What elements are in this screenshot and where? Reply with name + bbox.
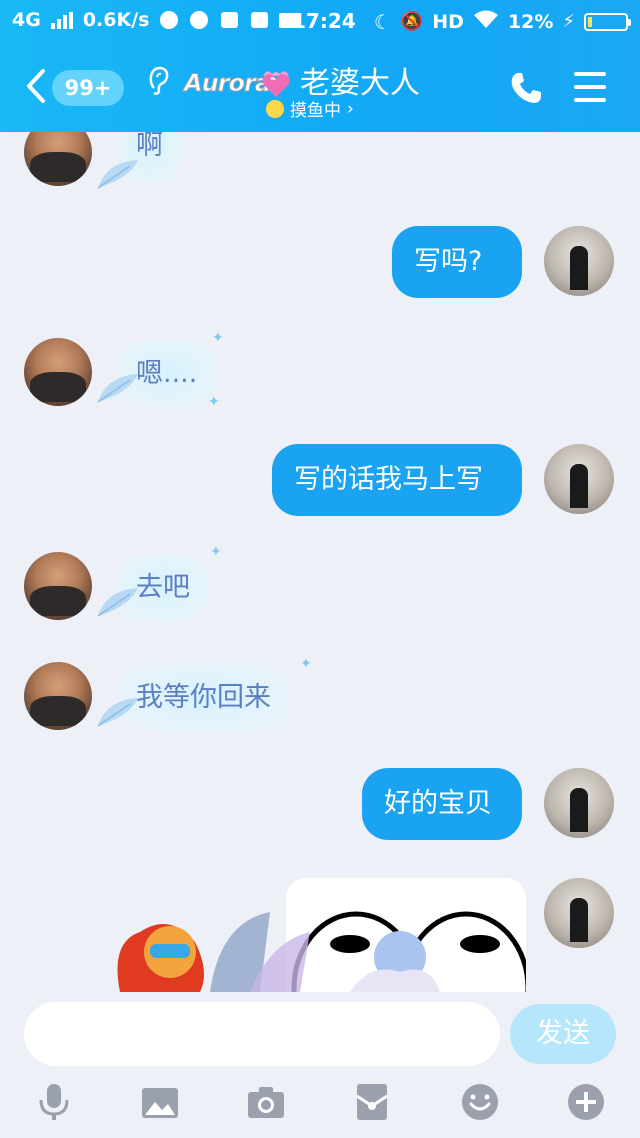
back-icon[interactable] <box>26 68 46 110</box>
wifi-icon <box>473 9 499 34</box>
image-icon[interactable] <box>140 1082 180 1122</box>
message-notification-icon <box>189 11 209 29</box>
mail-notification-icon <box>219 11 239 29</box>
message-bubble-incoming[interactable]: 我等你回来 <box>118 664 289 732</box>
plus-icon[interactable] <box>566 1082 606 1122</box>
battery-percent: 12% <box>507 10 554 33</box>
message-list[interactable]: 啊 写吗? 嗯.... ✦ ✦ 写的话我马上写 去吧 ✦ 我等你回来 ✦ 好的宝… <box>0 132 640 992</box>
sparkle-icon: ✦ <box>300 656 312 672</box>
input-bar: 发送 <box>0 992 640 1138</box>
status-text: 摸鱼中 <box>290 101 341 121</box>
feather-icon <box>97 374 138 403</box>
my-avatar[interactable] <box>544 768 614 838</box>
my-avatar[interactable] <box>544 226 614 296</box>
message-input[interactable] <box>24 1002 500 1066</box>
bag-notification-icon <box>249 11 269 29</box>
status-emoji-icon <box>266 99 284 118</box>
mute-bell-icon: 🔕 <box>400 11 424 32</box>
emoji-icon[interactable] <box>460 1082 500 1122</box>
status-bar: 4G 0.6K/s 17:24 ☾ 🔕 HD 12% ⚡ <box>0 0 640 44</box>
status-line[interactable]: 摸鱼中 › <box>266 96 354 121</box>
red-packet-icon[interactable] <box>352 1082 392 1122</box>
my-avatar[interactable] <box>544 878 614 948</box>
phone-icon[interactable] <box>508 70 544 106</box>
message-bubble-outgoing[interactable]: 写吗? <box>392 226 522 298</box>
clock: 17:24 <box>292 9 356 33</box>
contact-avatar[interactable] <box>24 552 92 620</box>
title-bar: 99+ Aurora 老婆大人 摸鱼中 › <box>0 44 640 132</box>
battery-icon <box>584 12 631 31</box>
heart-icon <box>259 66 293 100</box>
my-avatar[interactable] <box>544 444 614 514</box>
message-bubble-outgoing[interactable]: 写的话我马上写 <box>272 444 522 516</box>
microphone-icon[interactable] <box>34 1082 74 1122</box>
camera-icon[interactable] <box>246 1082 286 1122</box>
send-button[interactable]: 发送 <box>510 1004 616 1064</box>
status-chevron-icon: › <box>347 98 354 119</box>
signal-icon <box>50 11 73 29</box>
message-bubble-outgoing[interactable]: 好的宝贝 <box>362 768 522 840</box>
network-type: 4G <box>12 9 41 31</box>
unread-badge[interactable]: 99+ <box>52 70 124 106</box>
charging-icon: ⚡ <box>562 11 575 32</box>
contact-avatar[interactable] <box>24 338 92 406</box>
app-notification-icon <box>159 11 179 29</box>
toolbar <box>0 1076 640 1132</box>
hd-indicator: HD <box>432 10 464 33</box>
contact-avatar[interactable] <box>24 662 92 730</box>
network-speed: 0.6K/s <box>82 9 150 31</box>
contact-avatar[interactable] <box>24 132 92 186</box>
aurora-vip-logo: Aurora <box>183 69 271 98</box>
sparkle-icon: ✦ <box>208 394 220 410</box>
sticker-overlay <box>117 912 440 992</box>
chat-header: 4G 0.6K/s 17:24 ☾ 🔕 HD 12% ⚡ 99+ Aurora … <box>0 0 640 132</box>
feather-icon <box>97 588 138 617</box>
menu-icon[interactable] <box>574 72 606 102</box>
moon-icon: ☾ <box>373 9 392 34</box>
sparkle-icon: ✦ <box>212 330 224 346</box>
feather-icon <box>97 160 138 189</box>
sparkle-icon: ✦ <box>210 544 222 560</box>
ear-icon[interactable] <box>148 66 170 103</box>
feather-icon <box>97 698 138 727</box>
